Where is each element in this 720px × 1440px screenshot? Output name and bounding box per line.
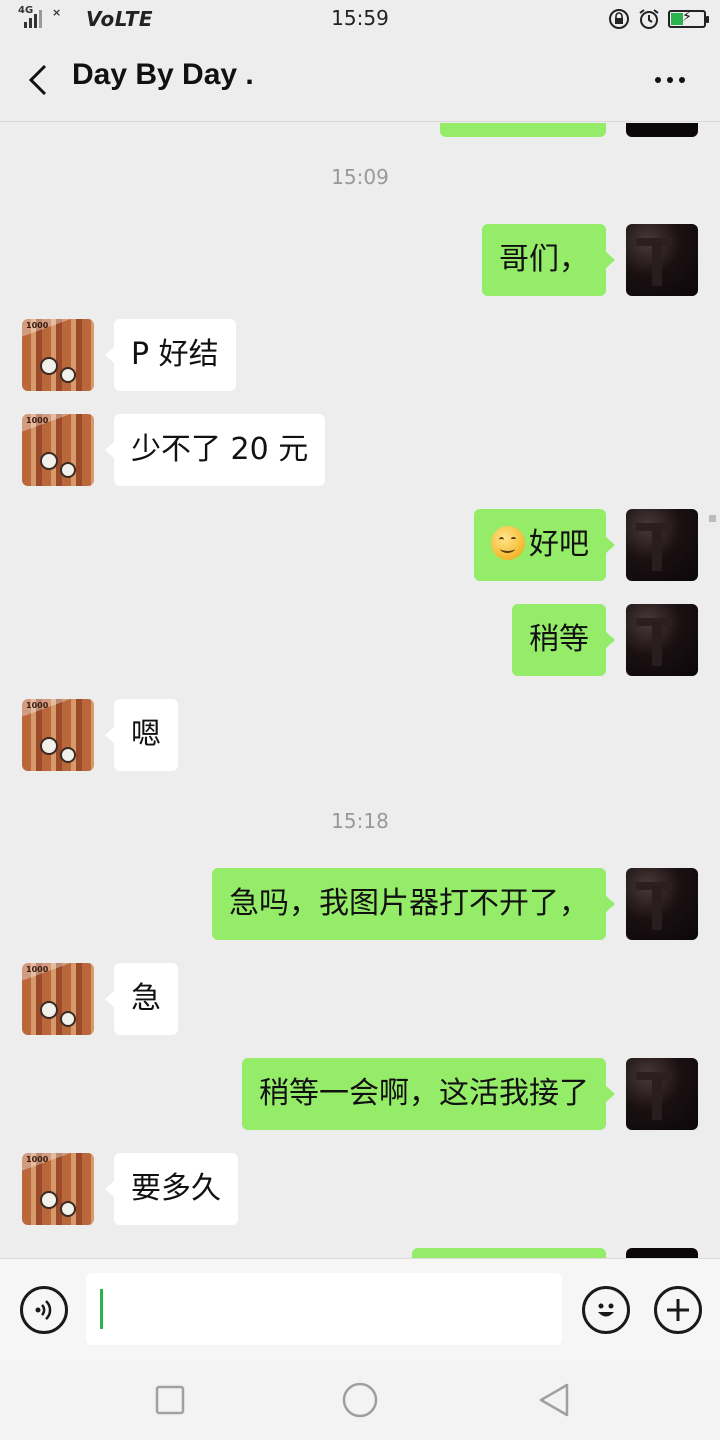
plus-button[interactable] xyxy=(654,1286,702,1334)
avatar[interactable] xyxy=(626,224,698,296)
message-text: 好吧 xyxy=(529,527,589,562)
avatar[interactable]: 1000 xyxy=(22,319,94,391)
scroll-indicator[interactable] xyxy=(709,515,716,522)
message-row: 1000 急 xyxy=(0,963,720,1035)
back-nav-button[interactable] xyxy=(534,1380,574,1420)
message-bubble[interactable]: 哥们， xyxy=(482,224,615,296)
recent-apps-button[interactable] xyxy=(150,1380,190,1420)
plus-icon xyxy=(667,1299,689,1321)
message-row: 1000 嗯 xyxy=(0,699,720,771)
system-nav-bar xyxy=(0,1360,720,1440)
back-button[interactable] xyxy=(18,60,58,100)
message-bubble[interactable]: 好吧 xyxy=(474,509,615,581)
avatar[interactable]: 1000 xyxy=(22,699,94,771)
emoji-button[interactable] xyxy=(582,1286,630,1334)
partial-message-top xyxy=(440,123,606,137)
home-icon xyxy=(342,1382,378,1418)
chat-header: Day By Day . xyxy=(0,38,720,122)
status-right: ⚡ xyxy=(608,6,709,32)
message-row: 1000 P 好结 xyxy=(0,319,720,391)
message-bubble[interactable]: 急吗，我图片器打不开了， xyxy=(212,868,615,940)
text-cursor xyxy=(100,1289,103,1329)
smile-emoji-icon xyxy=(491,525,525,560)
message-bubble[interactable]: 嗯 xyxy=(105,699,178,771)
emoji-icon xyxy=(598,1303,614,1317)
avatar[interactable]: 1000 xyxy=(22,963,94,1035)
message-bubble[interactable]: 稍等一会啊，这活我接了 xyxy=(242,1058,615,1130)
alarm-icon xyxy=(638,8,660,30)
timestamp: 15:18 xyxy=(331,809,389,833)
input-bar xyxy=(0,1258,720,1360)
message-row: 急吗，我图片器打不开了， xyxy=(0,868,720,940)
message-row: 1000 要多久 xyxy=(0,1153,720,1225)
battery-charging-icon: ⚡ xyxy=(668,9,709,28)
message-bubble[interactable]: 稍等 xyxy=(512,604,615,676)
avatar[interactable]: 1000 xyxy=(22,414,94,486)
message-bubble[interactable]: P 好结 xyxy=(105,319,236,391)
chat-title: Day By Day . xyxy=(72,58,254,91)
avatar[interactable]: 1000 xyxy=(22,1153,94,1225)
recent-apps-icon xyxy=(155,1385,185,1415)
status-bar: 4G × VoLTE 15:59 ⚡ xyxy=(0,0,720,38)
message-input[interactable] xyxy=(86,1273,562,1345)
message-row: 哥们， xyxy=(0,224,720,296)
chevron-left-icon xyxy=(28,64,47,96)
chat-area[interactable]: 15:09 哥们， 1000 P 好结 1000 少不了 20 元 好吧 稍等 … xyxy=(0,123,720,1258)
avatar[interactable] xyxy=(626,604,698,676)
more-dots-icon xyxy=(655,77,661,83)
message-bubble[interactable]: 急 xyxy=(105,963,178,1035)
voice-button[interactable] xyxy=(20,1286,68,1334)
partial-message-bottom xyxy=(412,1248,606,1258)
lock-rotation-icon xyxy=(608,8,630,30)
avatar[interactable] xyxy=(626,868,698,940)
voice-icon xyxy=(35,1300,52,1320)
message-row: 1000 少不了 20 元 xyxy=(0,414,720,486)
back-triangle-icon xyxy=(539,1383,569,1417)
more-button[interactable] xyxy=(650,62,690,98)
partial-avatar-bottom xyxy=(626,1248,698,1258)
message-row: 稍等一会啊，这活我接了 xyxy=(0,1058,720,1130)
home-button[interactable] xyxy=(340,1380,380,1420)
avatar[interactable] xyxy=(626,1058,698,1130)
partial-avatar-top xyxy=(626,123,698,137)
avatar[interactable] xyxy=(626,509,698,581)
message-bubble[interactable]: 要多久 xyxy=(105,1153,238,1225)
message-row: 稍等 xyxy=(0,604,720,676)
message-bubble[interactable]: 少不了 20 元 xyxy=(104,414,326,486)
timestamp: 15:09 xyxy=(331,165,389,189)
message-row: 好吧 xyxy=(0,509,720,581)
